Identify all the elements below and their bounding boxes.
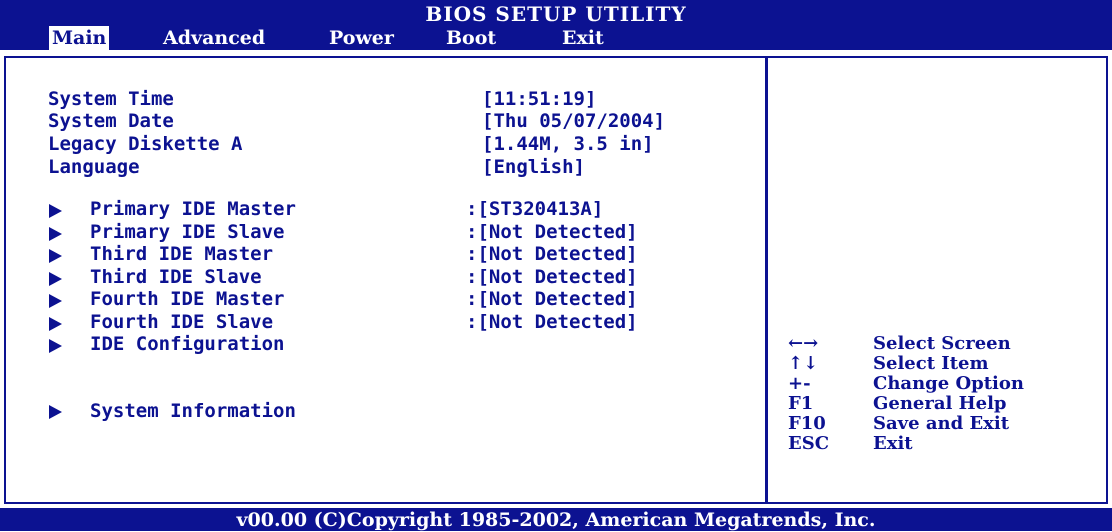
help-key-f10: F10 [788,413,826,434]
submenu-arrow-icon [49,272,62,286]
tab-main[interactable]: Main [49,26,110,50]
submenu-third-ide-slave[interactable]: Third IDE Slave [90,266,262,288]
submenu-arrow-icon [49,317,62,331]
submenu-value-primary-ide-slave: :[Not Detected] [466,221,638,243]
help-action-change-option: Change Option [873,373,1024,394]
submenu-value-third-ide-master: :[Not Detected] [466,243,638,265]
tab-bar: Main Advanced Power Boot Exit [0,24,1112,50]
submenu-arrow-icon [49,204,62,218]
tab-exit[interactable]: Exit [559,26,607,50]
submenu-system-information[interactable]: System Information [90,400,296,422]
setting-label-language[interactable]: Language [48,156,140,178]
submenu-third-ide-master[interactable]: Third IDE Master [90,243,273,265]
help-action-select-screen: Select Screen [873,333,1011,354]
help-action-select-item: Select Item [873,353,989,374]
tab-power[interactable]: Power [326,26,397,50]
help-key-f1: F1 [788,393,814,414]
submenu-value-primary-ide-master: :[ST320413A] [466,198,604,220]
submenu-value-fourth-ide-master: :[Not Detected] [466,288,638,310]
submenu-arrow-icon [49,249,62,263]
submenu-arrow-icon [49,339,62,353]
help-key-up-down: ↑↓ [788,353,819,374]
submenu-value-third-ide-slave: :[Not Detected] [466,266,638,288]
help-action-general-help: General Help [873,393,1007,414]
submenu-arrow-icon [49,405,62,419]
tab-advanced[interactable]: Advanced [160,26,268,50]
setting-label-system-time[interactable]: System Time [48,88,174,110]
help-key-esc: ESC [788,433,830,454]
setting-label-system-date[interactable]: System Date [48,110,174,132]
submenu-primary-ide-master[interactable]: Primary IDE Master [90,198,296,220]
copyright-footer: v00.00 (C)Copyright 1985-2002, American … [0,508,1112,531]
submenu-arrow-icon [49,227,62,241]
help-action-save-and-exit: Save and Exit [873,413,1010,434]
setting-value-system-time[interactable]: [11:51:19] [482,88,596,110]
tab-boot[interactable]: Boot [443,26,499,50]
help-key-plus-minus: +- [788,373,811,394]
help-key-left-right: ←→ [788,333,819,354]
submenu-primary-ide-slave[interactable]: Primary IDE Slave [90,221,284,243]
help-action-exit: Exit [873,433,913,454]
submenu-fourth-ide-master[interactable]: Fourth IDE Master [90,288,284,310]
bios-title: BIOS SETUP UTILITY [425,2,687,26]
submenu-value-fourth-ide-slave: :[Not Detected] [466,311,638,333]
submenu-fourth-ide-slave[interactable]: Fourth IDE Slave [90,311,273,333]
setting-value-system-date[interactable]: [Thu 05/07/2004] [482,110,665,132]
setting-value-legacy-diskette-a[interactable]: [1.44M, 3.5 in] [482,133,654,155]
submenu-arrow-icon [49,294,62,308]
panel-divider [765,56,768,504]
setting-label-legacy-diskette-a[interactable]: Legacy Diskette A [48,133,242,155]
setting-value-language[interactable]: [English] [482,156,585,178]
submenu-ide-configuration[interactable]: IDE Configuration [90,333,284,355]
top-bar: BIOS SETUP UTILITY Main Advanced Power B… [0,0,1112,50]
